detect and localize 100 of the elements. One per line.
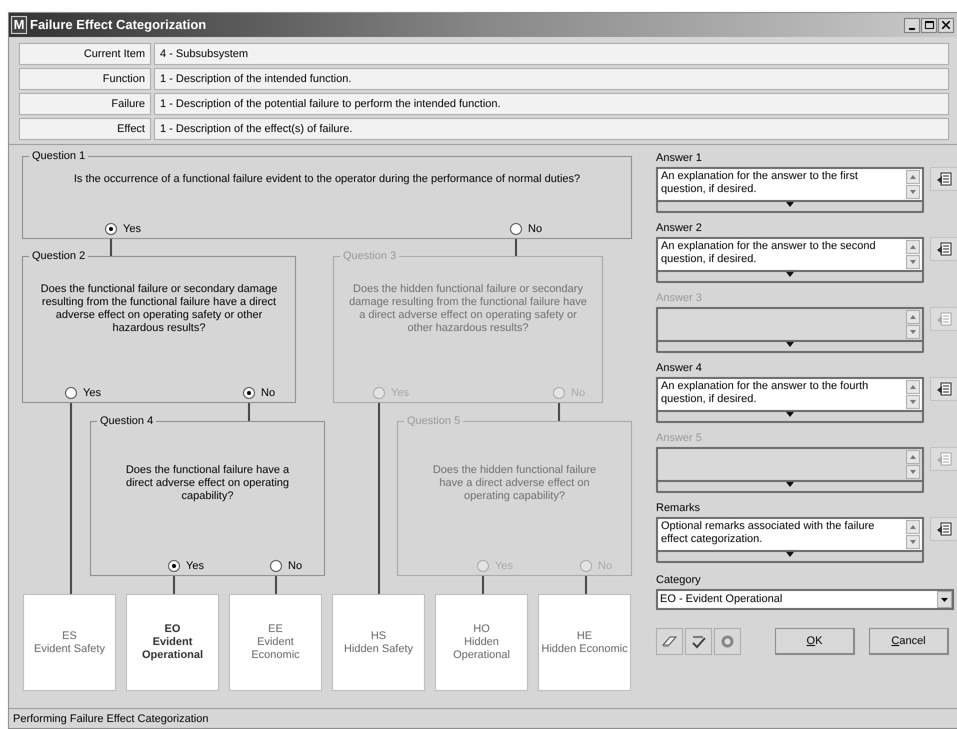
notes-button[interactable] xyxy=(930,167,957,191)
info-value: 1 - Description of the effect(s) of failure. xyxy=(154,118,949,140)
scroll-down-button[interactable] xyxy=(906,325,920,339)
expand-bar[interactable] xyxy=(656,552,924,563)
ok-button[interactable]: OK xyxy=(775,628,855,655)
field-label: Answer 3 xyxy=(656,291,703,305)
help-icon xyxy=(721,635,734,648)
question-text: Is the occurrence of a functional failure evident to the operator during the performance of normal duties? xyxy=(72,173,582,186)
scroll-down-button[interactable] xyxy=(906,465,920,479)
category-name: Hidden Operational xyxy=(452,636,511,662)
question-text: Does the functional failure have a direct adverse effect on operating capability? xyxy=(124,464,290,503)
window-title: Failure Effect Categorization xyxy=(30,16,206,34)
notepad-icon xyxy=(936,311,954,327)
scroll-up-button[interactable] xyxy=(906,380,920,394)
connector-line xyxy=(585,576,587,594)
down-arrow-icon xyxy=(910,260,916,264)
scroll-down-button[interactable] xyxy=(906,255,920,269)
radio-option[interactable]: No xyxy=(270,558,302,574)
answer-field[interactable]: An explanation for the answer to the fourth question, if desired. xyxy=(656,377,924,412)
down-triangle-icon xyxy=(786,272,794,277)
cancel-button[interactable]: Cancel xyxy=(869,628,949,655)
scroll-down-button[interactable] xyxy=(906,395,920,409)
radio-option[interactable]: No xyxy=(243,385,276,402)
up-arrow-icon xyxy=(910,385,916,389)
expand-bar[interactable] xyxy=(656,482,924,493)
group-label: Question 4 xyxy=(97,414,156,428)
maximize-icon xyxy=(924,21,934,29)
answer-field[interactable] xyxy=(656,307,924,342)
close-icon xyxy=(942,21,950,29)
category-code: EE xyxy=(268,623,283,636)
expand-bar[interactable] xyxy=(656,272,924,283)
info-label: Failure xyxy=(19,93,151,115)
minimize-icon xyxy=(909,28,915,30)
spellcheck-icon xyxy=(691,634,706,648)
connector-line xyxy=(275,576,277,594)
close-button[interactable] xyxy=(938,18,954,32)
notepad-icon xyxy=(936,381,954,397)
dropdown-button[interactable] xyxy=(937,591,952,608)
notes-button[interactable] xyxy=(930,517,957,541)
connector-line xyxy=(482,576,484,594)
notes-button[interactable] xyxy=(930,377,957,401)
scroll-up-button[interactable] xyxy=(906,240,920,254)
scroll-down-button[interactable] xyxy=(906,535,920,549)
category-code: ES xyxy=(62,630,77,642)
category-name: Evident Operational xyxy=(140,636,204,662)
group-label: Question 1 xyxy=(29,149,88,163)
scroll-down-button[interactable] xyxy=(906,185,920,199)
up-arrow-icon xyxy=(910,525,916,529)
answer-field[interactable]: An explanation for the answer to the second question, if desired. xyxy=(656,237,924,272)
group-label: Question 2 xyxy=(29,249,88,263)
down-arrow-icon xyxy=(910,400,916,404)
field-label: Remarks xyxy=(656,501,702,515)
down-triangle-icon xyxy=(786,342,794,347)
down-triangle-icon xyxy=(786,482,794,487)
notepad-icon xyxy=(936,451,954,467)
app-icon: M xyxy=(11,16,27,34)
scroll-up-button[interactable] xyxy=(906,450,920,464)
maximize-button[interactable] xyxy=(921,18,937,32)
question-text: Does the hidden functional failure or secondary damage resulting from the functional failure have a direct adverse effect on operating safety or other hazardous results? xyxy=(348,283,588,335)
category-name: Evident Safety xyxy=(34,642,105,656)
up-arrow-icon xyxy=(910,175,916,179)
minimize-button[interactable] xyxy=(904,18,920,32)
notepad-icon xyxy=(936,171,954,187)
spellcheck-button[interactable] xyxy=(685,628,712,655)
connector-line xyxy=(558,403,560,421)
notepad-icon xyxy=(936,521,954,537)
down-arrow-icon xyxy=(910,470,916,474)
expand-bar[interactable] xyxy=(656,202,924,213)
category-code: HO xyxy=(473,623,490,636)
answer-field[interactable]: Optional remarks associated with the failure effect categorization. xyxy=(656,517,924,552)
down-triangle-icon xyxy=(941,598,948,602)
down-arrow-icon xyxy=(910,330,916,334)
scroll-up-button[interactable] xyxy=(906,170,920,184)
group-label: Question 5 xyxy=(404,414,464,428)
eraser-icon xyxy=(662,636,677,648)
up-arrow-icon xyxy=(910,245,916,249)
scroll-up-button[interactable] xyxy=(906,310,920,324)
info-label: Function xyxy=(19,68,151,90)
group-label: Question 3 xyxy=(340,249,400,263)
answer-field[interactable]: An explanation for the answer to the first question, if desired. xyxy=(656,167,924,202)
radio-option[interactable]: Yes xyxy=(168,558,204,574)
scroll-up-button[interactable] xyxy=(906,520,920,534)
field-label: Answer 4 xyxy=(656,361,703,375)
expand-bar[interactable] xyxy=(656,412,924,423)
category-code: HE xyxy=(576,630,592,642)
radio-option[interactable]: No xyxy=(510,221,542,238)
question-text: Does the functional failure or secondary damage resulting from the functional failure have a direct adverse effect on operating safety or other hazardous results? xyxy=(40,283,278,335)
field-label: Category xyxy=(656,573,702,587)
radio-option[interactable]: Yes xyxy=(105,221,141,238)
down-arrow-icon xyxy=(910,190,916,194)
expand-bar[interactable] xyxy=(656,342,924,353)
category-select[interactable]: EO - Evident Operational xyxy=(656,589,954,610)
radio-option[interactable]: Yes xyxy=(65,385,101,402)
connector-line xyxy=(173,576,175,594)
question-text: Does the hidden functional failure have a direct adverse effect on operating capability? xyxy=(432,464,598,503)
notes-button[interactable] xyxy=(930,237,957,261)
category-code: EO xyxy=(164,623,180,636)
down-arrow-icon xyxy=(910,540,916,544)
answer-field[interactable] xyxy=(656,447,924,482)
eraser-button[interactable] xyxy=(656,628,683,655)
